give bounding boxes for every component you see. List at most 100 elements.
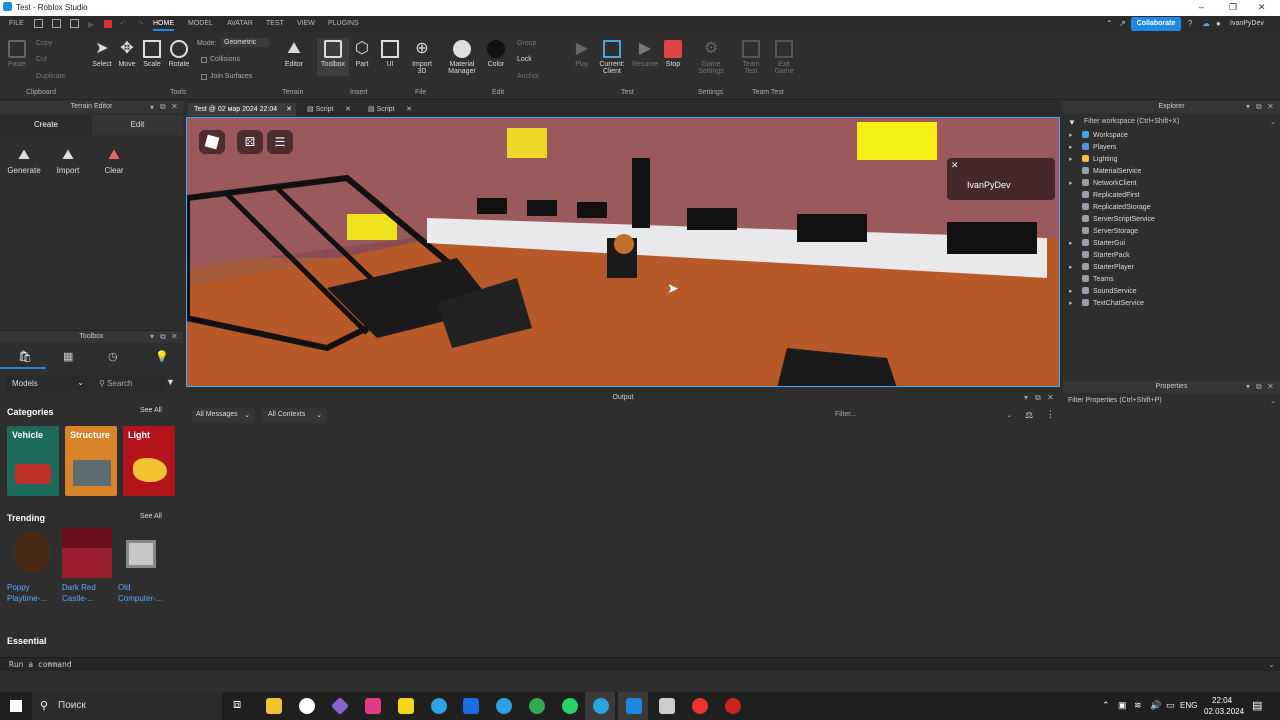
tab-close-icon[interactable]: ✕ [406,103,412,116]
explorer-item[interactable]: ▸ NetworkClient [1069,179,1137,187]
roblox-menu-button[interactable] [199,130,225,154]
terrain-tab-edit[interactable]: Edit [92,115,183,135]
language-indicator[interactable]: ENG [1180,701,1197,710]
rotate-button[interactable]: Rotate [166,40,192,68]
expand-chevron-icon[interactable]: ▸ [1069,143,1073,151]
explorer-item[interactable]: ServerScriptService [1082,215,1155,223]
close-window-icon[interactable]: ✕ [1258,2,1266,13]
tab-test-session[interactable]: Test @ 02 мар 2024 22:04 ✕ [188,103,296,116]
part-button[interactable]: ⬡ Part [350,40,374,68]
material-manager-button[interactable]: Material Manager [444,40,480,75]
redo-icon[interactable]: ↷ [137,19,144,28]
explorer-item[interactable]: ▸ Lighting [1069,155,1118,163]
trending-castle-line2[interactable]: Castle-... [62,594,94,603]
output-undock-icon[interactable]: ⧉ [1035,393,1041,403]
category-card-vehicle[interactable]: Vehicle [7,426,59,496]
roblox-studio-icon[interactable] [626,698,642,714]
toolbox-tab-recent-icon[interactable]: ◷ [108,350,118,363]
chat-button[interactable]: ☰ [267,130,293,154]
generate-button[interactable]: ⛰ Generate [4,145,44,175]
output-filter-input[interactable]: Filter... ⌄ [831,408,1016,423]
clear-terrain-button[interactable]: ⛰ Clear [96,145,132,175]
user-icon[interactable]: ● [1216,19,1221,28]
explorer-item[interactable]: ▸ StarterPlayer [1069,263,1134,271]
menu-avatar[interactable]: AVATAR [227,20,253,27]
wifi-icon[interactable]: ≋ [1134,700,1142,711]
explorer-item[interactable]: ReplicatedStorage [1082,203,1151,211]
output-menu-icon[interactable]: ▾ [1024,393,1028,402]
edge-browser-icon[interactable] [431,698,447,714]
cut-button[interactable]: Cut [36,56,47,63]
lock-button[interactable]: Lock [517,56,532,63]
clock-date[interactable]: 02.03.2024 [1204,707,1244,716]
explorer-item[interactable]: ▸ TextChatService [1069,299,1144,307]
tab-close-icon[interactable]: ✕ [345,103,351,116]
obs-icon[interactable] [725,698,741,714]
expand-chevron-icon[interactable]: ▸ [1069,239,1073,247]
scale-button[interactable]: Scale [140,40,164,68]
github-icon[interactable] [299,698,315,714]
tab-close-icon[interactable]: ✕ [286,103,292,116]
explorer-filter-input[interactable]: Filter workspace (Ctrl+Shift+X) [1084,118,1179,125]
expand-chevron-icon[interactable]: ▸ [1069,131,1073,139]
explorer-item[interactable]: ▸ Workspace [1069,131,1128,139]
properties-filter-chevron-icon[interactable]: ⌄ [1270,397,1276,405]
share-icon[interactable]: ↗ [1119,19,1126,28]
volume-icon[interactable]: 🔊 [1150,700,1161,711]
undo-icon[interactable]: ↶ [120,19,127,28]
trending-castle-line1[interactable]: Dark Red [62,583,96,592]
trending-item-poppy[interactable] [7,528,57,578]
expand-chevron-icon[interactable]: ▸ [1069,287,1073,295]
properties-menu-icon[interactable]: ▾ [1246,382,1250,391]
toolbox-menu-icon[interactable]: ▾ [150,332,154,341]
trending-item-castle[interactable] [62,528,112,578]
explorer-close-icon[interactable]: ✕ [1267,102,1274,111]
exit-game-button[interactable]: Exit Game [770,40,798,75]
whatsapp-icon[interactable] [562,698,578,714]
panel-menu-icon[interactable]: ▾ [150,103,154,112]
import-terrain-button[interactable]: ⛰ Import [50,145,86,175]
properties-undock-icon[interactable]: ⧉ [1256,382,1262,392]
explorer-item[interactable]: MaterialService [1082,167,1141,175]
expand-chevron-icon[interactable]: ▸ [1069,263,1073,271]
command-bar-chevron-icon[interactable]: ⌄ [1268,660,1275,669]
notifications-icon[interactable]: ▤ [1252,699,1262,712]
paste-button[interactable]: Paste [6,40,28,68]
copy-button[interactable]: Copy [36,40,52,47]
join-surfaces-checkbox[interactable] [201,74,207,80]
toolbox-search-input[interactable]: ⚲ Search [95,376,165,391]
game-viewport[interactable]: ⚄ ☰ ✕ IvanPyDev ➤ [186,117,1060,387]
explorer-menu-icon[interactable]: ▾ [1246,102,1250,111]
maximize-icon[interactable]: ❐ [1229,2,1237,13]
user-name[interactable]: IvanPyDev [1230,20,1264,27]
sticky-app-icon[interactable] [398,698,414,714]
all-contexts-filter[interactable]: All Contexts ⌄ [262,408,326,423]
expand-chevron-icon[interactable]: ▸ [1069,155,1073,163]
toolbox-undock-icon[interactable]: ⧉ [160,332,166,342]
explorer-item[interactable]: ServerStorage [1082,227,1138,235]
collaborate-button[interactable]: Collaborate [1131,17,1181,31]
battery-icon[interactable]: ▭ [1166,700,1175,711]
chrome-icon[interactable] [529,698,545,714]
minimize-icon[interactable]: – [1199,2,1204,12]
music-app-icon[interactable] [365,698,381,714]
filter-funnel-icon[interactable]: ▼ [166,377,175,387]
help-icon[interactable]: ? [1188,19,1192,28]
color-button[interactable]: Color [483,40,509,68]
stop-small-icon[interactable] [104,20,112,28]
explorer-item[interactable]: ReplicatedFirst [1082,191,1140,199]
new-file-icon[interactable] [34,19,43,28]
clock-time[interactable]: 22:04 [1212,696,1232,705]
trending-computer-line1[interactable]: Old [118,583,130,592]
tab-script-2[interactable]: ▤ Script ✕ [362,103,416,116]
all-messages-filter[interactable]: All Messages ⌄ [192,408,254,423]
git-icon[interactable] [330,696,350,716]
trending-computer-line2[interactable]: Computer-... [118,594,162,603]
category-card-structure[interactable]: Structure [65,426,117,496]
task-view-icon[interactable]: ⧈ [233,696,241,712]
toolbox-close-icon[interactable]: ✕ [171,332,178,341]
explorer-filter-chevron-icon[interactable]: ⌄ [1270,118,1276,126]
properties-filter-input[interactable]: Filter Properties (Ctrl+Shift+P) [1068,397,1162,404]
current-client-button[interactable]: Current: Client [597,40,627,75]
tray-app-icon[interactable]: ▣ [1118,700,1127,711]
